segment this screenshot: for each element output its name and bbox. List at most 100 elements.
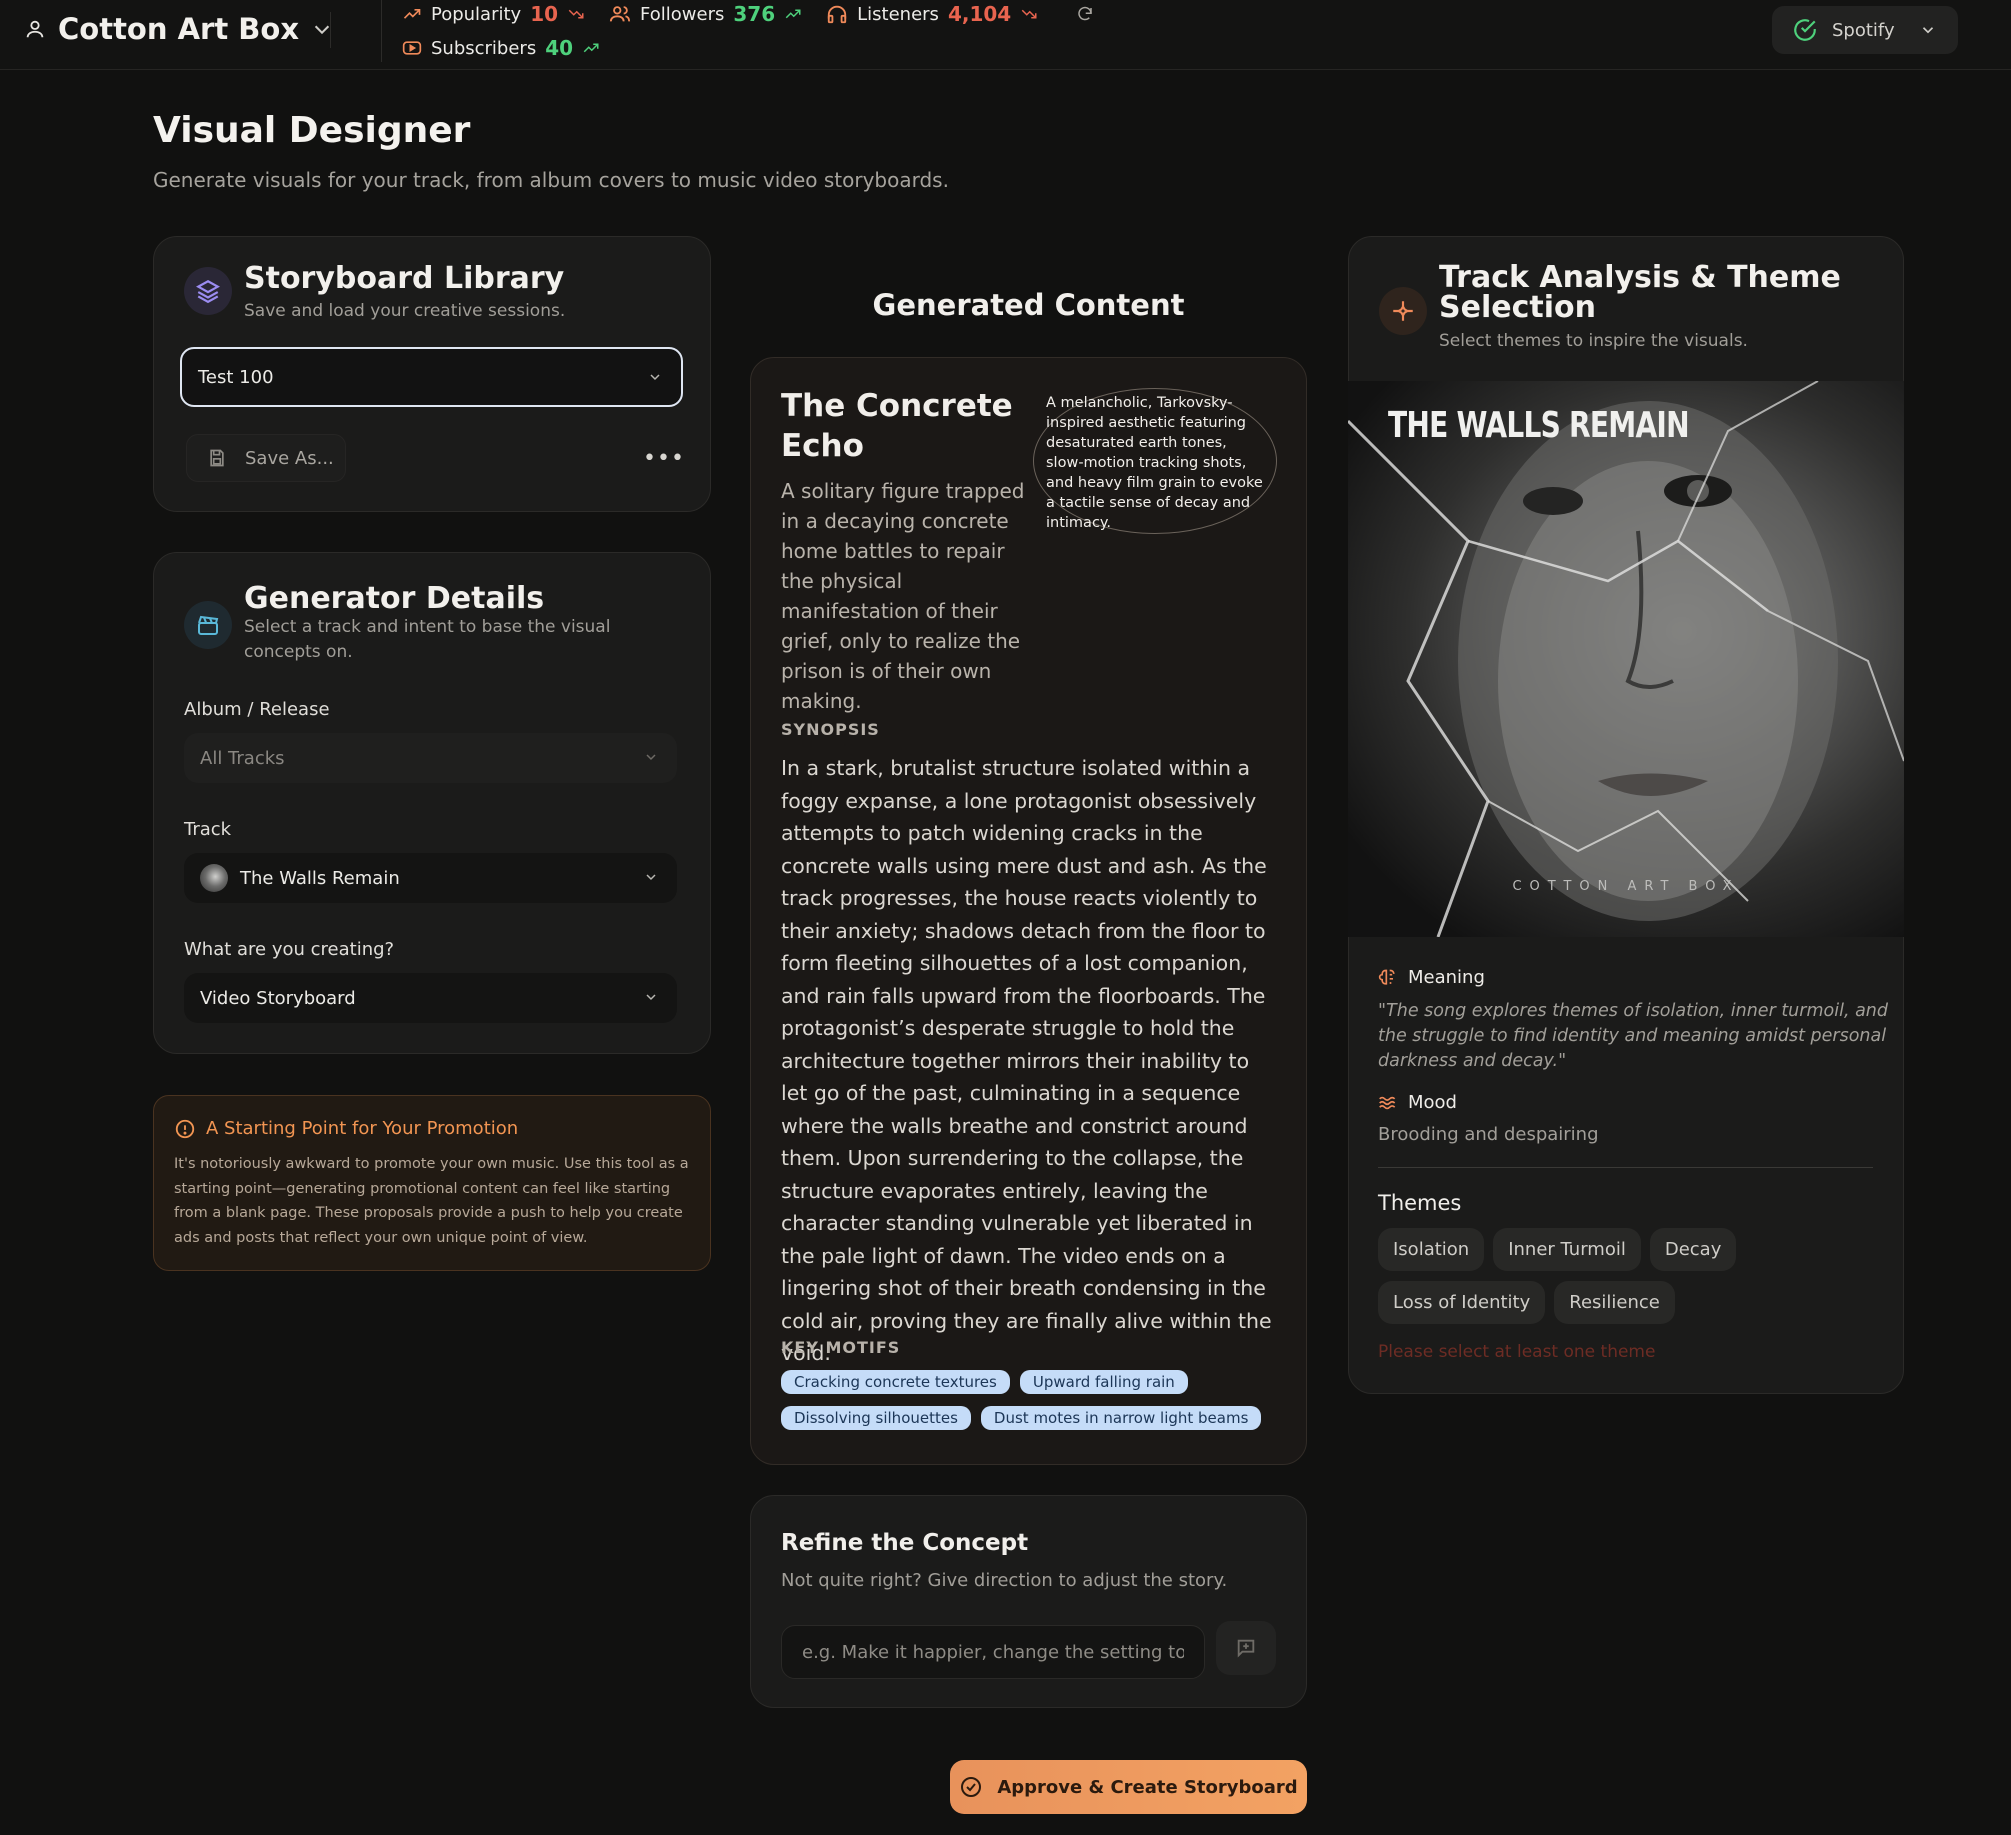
refine-input[interactable] [781, 1625, 1205, 1679]
concept-title: The Concrete Echo [781, 388, 1013, 464]
meaning-text: "The song explores themes of isolation, … [1378, 1001, 1888, 1071]
theme-chip-decay[interactable]: Decay [1649, 1228, 1737, 1271]
save-icon [210, 449, 224, 467]
stats-row: Popularity 10 Followers 376 Listeners 4,… [402, 2, 1094, 26]
trending-up-icon [785, 9, 801, 19]
card-title: Generator Details [244, 581, 545, 616]
more-options-icon[interactable]: ••• [643, 446, 685, 471]
aesthetic-note: A melancholic, Tarkovsky-inspired aesthe… [1033, 388, 1277, 534]
page-subtitle: Generate visuals for your track, from al… [153, 168, 949, 192]
meaning-label: Meaning [1408, 967, 1485, 988]
album-select[interactable]: All Tracks [184, 733, 677, 783]
chevron-down-icon [646, 874, 656, 881]
concept-logline: A solitary figure trapped in a decaying … [781, 479, 1025, 713]
card-subtitle: Select themes to inspire the visuals. [1439, 331, 1748, 351]
stat-label: Subscribers [431, 37, 537, 59]
track-cover-art: THE WALLS REMAIN COTTON ART BOX [1348, 381, 1904, 937]
sparkle-icon [1379, 287, 1427, 335]
theme-chip-isolation[interactable]: Isolation [1378, 1228, 1485, 1271]
artist-name: Cotton Art Box [58, 12, 300, 46]
trending-down-icon [568, 9, 584, 19]
intent-select[interactable]: Video Storyboard [184, 973, 677, 1023]
motif-tag: Dissolving silhouettes [781, 1406, 971, 1430]
stats-row-2: Subscribers 40 [402, 36, 600, 60]
refresh-icon[interactable] [1076, 5, 1094, 23]
refine-concept-card: Refine the Concept Not quite right? Give… [750, 1495, 1307, 1708]
stat-label: Popularity [431, 3, 522, 25]
motif-tag: Upward falling rain [1019, 1370, 1188, 1394]
storyboard-select[interactable]: Test 100 [180, 347, 683, 407]
stat-value: 10 [530, 2, 559, 26]
motif-tag: Dust motes in narrow light beams [980, 1406, 1262, 1430]
approve-create-storyboard-button[interactable]: Approve & Create Storyboard [950, 1760, 1307, 1814]
theme-chip-list: Isolation Inner Turmoil Decay Loss of Id… [1378, 1228, 1798, 1324]
album-select-value: All Tracks [200, 747, 285, 769]
chevron-down-icon [646, 994, 656, 1001]
mood-heading: Mood [1378, 1092, 1457, 1113]
cover-brand: COTTON ART BOX [1512, 879, 1740, 894]
card-title: Track Analysis & Theme Selection [1439, 260, 1841, 325]
message-plus-icon [1237, 1639, 1255, 1658]
concept-card: The Concrete Echo A solitary figure trap… [750, 357, 1307, 1465]
youtube-icon [402, 41, 422, 55]
divider [330, 12, 331, 48]
stat-label: Followers [640, 3, 725, 25]
track-select-value: The Walls Remain [240, 867, 400, 889]
key-motifs-label: KEY MOTIFS [781, 1338, 901, 1357]
top-bar: Cotton Art Box Popularity 10 Followers 3… [0, 0, 2011, 70]
platform-selector[interactable]: Spotify [1772, 6, 1958, 54]
mood-label: Mood [1408, 1092, 1457, 1113]
track-thumbnail [200, 864, 228, 892]
trending-up-icon [403, 9, 421, 19]
approve-label: Approve & Create Storyboard [997, 1776, 1298, 1798]
chevron-down-icon [650, 374, 660, 381]
theme-chip-resilience[interactable]: Resilience [1554, 1281, 1675, 1324]
motif-list: Cracking concrete textures Upward fallin… [781, 1370, 1281, 1430]
themes-error-message: Please select at least one theme [1378, 1342, 1656, 1362]
send-feedback-button[interactable] [1216, 1621, 1276, 1675]
card-subtitle: Save and load your creative sessions. [244, 301, 566, 321]
mood-text: Brooding and despairing [1378, 1124, 1599, 1145]
platform-label: Spotify [1832, 19, 1895, 41]
stat-followers: Followers 376 [609, 2, 802, 26]
chevron-down-icon [1922, 27, 1933, 34]
theme-chip-loss-of-identity[interactable]: Loss of Identity [1378, 1281, 1546, 1324]
track-select[interactable]: The Walls Remain [184, 853, 677, 903]
artist-switcher[interactable]: Cotton Art Box [24, 12, 333, 46]
meaning-heading: Meaning [1378, 967, 1485, 988]
refine-title: Refine the Concept [781, 1530, 1029, 1556]
synopsis-text: In a stark, brutalist structure isolated… [781, 756, 1272, 1365]
check-circle-icon [961, 1777, 982, 1797]
storyboard-select-value: Test 100 [198, 366, 274, 388]
save-as-button[interactable]: Save As... [186, 434, 346, 482]
waves-icon [1379, 1096, 1396, 1109]
promotion-notice: A Starting Point for Your Promotion It's… [153, 1095, 711, 1271]
users-icon [609, 6, 631, 22]
trending-down-icon [1021, 9, 1037, 19]
stat-subscribers: Subscribers 40 [402, 36, 600, 60]
check-circle-icon [1794, 19, 1816, 41]
stat-value: 4,104 [947, 2, 1012, 26]
layers-icon [184, 267, 232, 315]
divider [1378, 1167, 1873, 1168]
notice-body: It's notoriously awkward to promote your… [174, 1156, 689, 1246]
stat-popularity: Popularity 10 [402, 2, 585, 26]
track-label: Track [184, 819, 232, 840]
theme-chip-inner-turmoil[interactable]: Inner Turmoil [1493, 1228, 1641, 1271]
clapperboard-icon [184, 601, 232, 649]
cover-face-illustration [1348, 381, 1904, 937]
themes-heading: Themes [1378, 1191, 1462, 1215]
stat-value: 376 [733, 2, 776, 26]
generator-details-card: Generator Details Select a track and int… [153, 552, 711, 1054]
user-icon [26, 20, 44, 38]
save-as-label: Save As... [245, 447, 334, 469]
card-subtitle: Select a track and intent to base the vi… [244, 617, 611, 662]
intent-label: What are you creating? [184, 939, 395, 960]
motif-tag: Cracking concrete textures [781, 1370, 1010, 1394]
stat-listeners: Listeners 4,104 [826, 2, 1038, 26]
trending-up-icon [583, 43, 599, 53]
divider [381, 0, 382, 62]
stat-value: 40 [545, 36, 574, 60]
generated-content-heading: Generated Content [872, 288, 1185, 322]
refine-subtitle: Not quite right? Give direction to adjus… [781, 1570, 1228, 1591]
